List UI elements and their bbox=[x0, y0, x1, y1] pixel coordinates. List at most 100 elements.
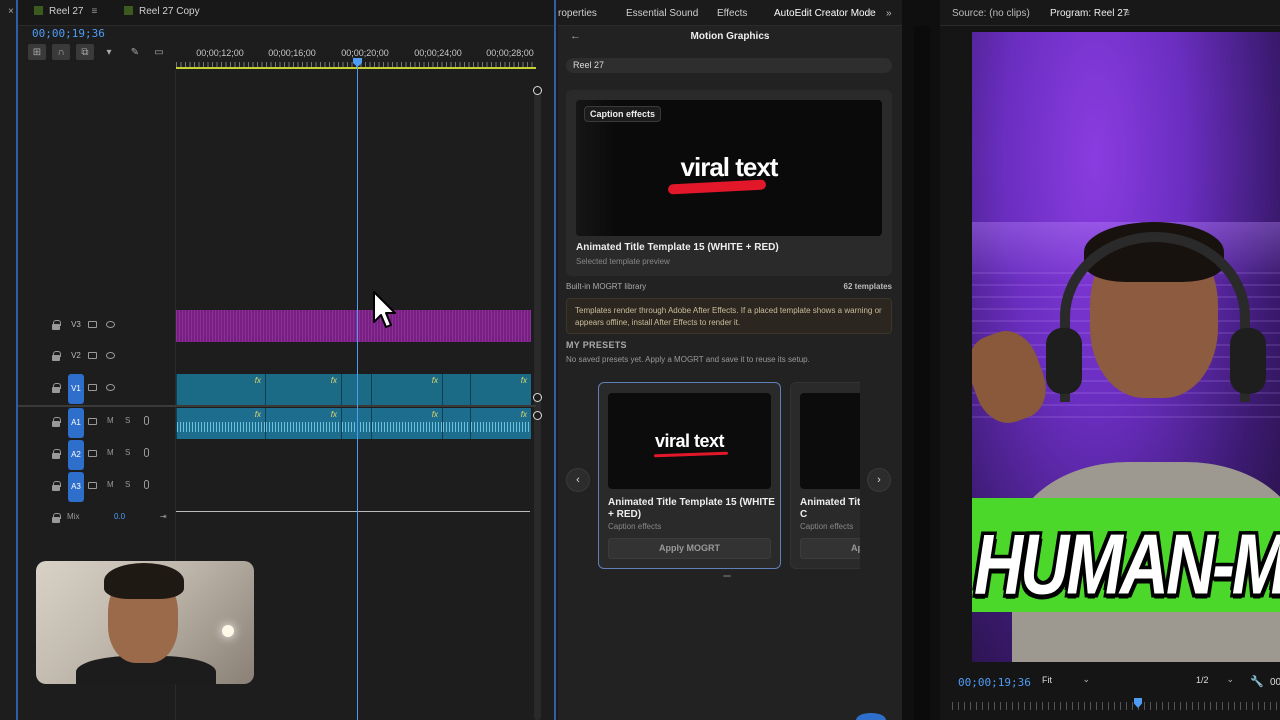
fx-badge: fx bbox=[330, 410, 337, 419]
carousel-prev-button[interactable]: ‹ bbox=[566, 468, 590, 492]
tab-program[interactable]: Program: Reel 27 bbox=[1050, 8, 1128, 19]
sync-lock-icon[interactable] bbox=[88, 482, 97, 489]
lock-icon[interactable] bbox=[52, 513, 61, 523]
lock-icon[interactable] bbox=[52, 481, 61, 491]
eye-icon[interactable] bbox=[106, 321, 115, 328]
mix-value[interactable]: 0.0 bbox=[114, 512, 125, 521]
lock-icon[interactable] bbox=[52, 383, 61, 393]
clip-v1[interactable] bbox=[442, 374, 470, 405]
marker-icon[interactable]: ▾ bbox=[100, 44, 118, 60]
track-name[interactable]: A3 bbox=[68, 472, 84, 502]
resolution-dropdown[interactable]: 1/2 ⌄ bbox=[1190, 673, 1238, 690]
clip-a1[interactable]: fx bbox=[371, 408, 442, 439]
tab-reel-27[interactable]: Reel 27 ≡ bbox=[34, 6, 97, 17]
monitor-scrub-bar[interactable] bbox=[952, 702, 1280, 710]
program-timecode[interactable]: 00;00;19;36 bbox=[958, 676, 1031, 689]
wrench-icon[interactable]: ✎ bbox=[126, 44, 144, 60]
tab-menu-icon[interactable]: ≡ bbox=[1124, 8, 1130, 19]
wrench-icon[interactable]: 🔧 bbox=[1250, 675, 1264, 688]
mute-button[interactable]: M bbox=[107, 448, 114, 457]
lock-icon[interactable] bbox=[52, 320, 61, 330]
preview-template-name: Animated Title Template 15 (WHITE + RED) bbox=[576, 242, 779, 253]
mogrt-card[interactable]: viral text Animated Title Template 15 (W… bbox=[598, 382, 781, 569]
scroll-handle-mid[interactable] bbox=[533, 393, 542, 402]
mouse-cursor-icon bbox=[373, 291, 396, 328]
fx-badge: fx bbox=[520, 376, 527, 385]
track-name[interactable]: V3 bbox=[68, 319, 84, 331]
mogrt-card[interactable]: Animated Title Template (Vertical) - C C… bbox=[790, 382, 860, 569]
fx-badge: fx bbox=[431, 410, 438, 419]
clip-a1[interactable] bbox=[341, 408, 371, 439]
resolution-value: 1/2 bbox=[1196, 675, 1209, 685]
carousel-next-button[interactable]: › bbox=[867, 468, 891, 492]
sync-lock-icon[interactable] bbox=[88, 418, 97, 425]
apply-mogrt-button[interactable]: Apply MOGRT bbox=[800, 538, 860, 559]
tab-properties[interactable]: roperties bbox=[558, 8, 597, 19]
tab-menu-icon[interactable]: ≡ bbox=[867, 8, 873, 19]
apply-mogrt-button[interactable]: Apply MOGRT bbox=[608, 538, 771, 559]
mute-button[interactable]: M bbox=[107, 416, 114, 425]
snap-magnet-icon[interactable]: ∩ bbox=[52, 44, 70, 60]
sync-lock-icon[interactable] bbox=[88, 450, 97, 457]
program-video-frame[interactable]: HUMAN-M bbox=[972, 32, 1280, 662]
clip-v1[interactable]: fx bbox=[470, 374, 531, 405]
sequence-selector[interactable]: Reel 27 bbox=[566, 58, 892, 73]
solo-button[interactable]: S bbox=[125, 480, 130, 489]
lock-icon[interactable] bbox=[52, 449, 61, 459]
track-name[interactable]: A1 bbox=[68, 408, 84, 438]
clip-a1[interactable]: fx bbox=[470, 408, 531, 439]
track-name[interactable]: V2 bbox=[68, 350, 84, 362]
clip-v1[interactable]: fx bbox=[371, 374, 442, 405]
carousel-indicator[interactable] bbox=[723, 575, 731, 577]
clip-a1[interactable]: fx bbox=[265, 408, 341, 439]
timeline-panel: × Reel 27 ≡ Reel 27 Copy 00;00;19;36 ⊞ ∩ … bbox=[0, 0, 556, 720]
tab-source[interactable]: Source: (no clips) bbox=[952, 8, 1030, 19]
tab-autoedit-creator-mode[interactable]: AutoEdit Creator Mode bbox=[774, 8, 876, 19]
clip-v3-caption[interactable] bbox=[176, 310, 531, 342]
floating-action-button[interactable] bbox=[856, 713, 886, 720]
mix-level-line[interactable] bbox=[176, 511, 530, 512]
sync-lock-icon[interactable] bbox=[88, 321, 97, 328]
track-name[interactable]: A2 bbox=[68, 440, 84, 470]
solo-button[interactable]: S bbox=[125, 416, 130, 425]
solo-button[interactable]: S bbox=[125, 448, 130, 457]
mic-icon[interactable] bbox=[144, 480, 149, 489]
fx-badge: fx bbox=[330, 376, 337, 385]
lock-icon[interactable] bbox=[52, 417, 61, 427]
eye-icon[interactable] bbox=[106, 384, 115, 391]
clip-v1[interactable]: fx bbox=[265, 374, 341, 405]
tab-essential-sound[interactable]: Essential Sound bbox=[626, 8, 698, 19]
lock-icon[interactable] bbox=[52, 351, 61, 361]
pan-end-icon[interactable]: ⇥ bbox=[160, 512, 167, 521]
nest-toggle-icon[interactable]: ⊞ bbox=[28, 44, 46, 60]
mic-icon[interactable] bbox=[144, 416, 149, 425]
close-tab-icon[interactable]: × bbox=[8, 6, 14, 17]
work-area-bar[interactable] bbox=[176, 67, 536, 69]
video-caption-text: HUMAN-M bbox=[974, 517, 1280, 613]
fit-dropdown[interactable]: Fit ⌄ bbox=[1036, 673, 1094, 690]
linked-selection-icon[interactable]: ⧉ bbox=[76, 44, 94, 60]
tab-effects[interactable]: Effects bbox=[717, 8, 747, 19]
captions-icon[interactable]: ▭ bbox=[150, 44, 168, 60]
video-audio-separator[interactable] bbox=[18, 405, 536, 407]
mute-button[interactable]: M bbox=[107, 480, 114, 489]
scroll-handle-audio[interactable] bbox=[533, 411, 542, 420]
tabs-overflow-icon[interactable]: » bbox=[886, 8, 892, 19]
clip-a1[interactable]: fx bbox=[176, 408, 265, 439]
clip-a1[interactable] bbox=[442, 408, 470, 439]
sync-lock-icon[interactable] bbox=[88, 384, 97, 391]
timeline-timecode[interactable]: 00;00;19;36 bbox=[32, 27, 105, 40]
tab-reel-27-copy[interactable]: Reel 27 Copy bbox=[124, 6, 200, 17]
track-name[interactable]: V1 bbox=[68, 374, 84, 404]
scroll-handle-top[interactable] bbox=[533, 86, 542, 95]
eye-icon[interactable] bbox=[106, 352, 115, 359]
library-count: 62 templates bbox=[843, 282, 892, 291]
playhead-line[interactable] bbox=[357, 66, 358, 720]
tab-menu-icon[interactable]: ≡ bbox=[91, 6, 97, 17]
after-effects-warning: Templates render through Adobe After Eff… bbox=[566, 298, 892, 334]
clip-v1[interactable]: fx bbox=[176, 374, 265, 405]
mic-icon[interactable] bbox=[144, 448, 149, 457]
clip-v1[interactable] bbox=[341, 374, 371, 405]
sync-lock-icon[interactable] bbox=[88, 352, 97, 359]
mogrt-thumbnail: viral text bbox=[608, 393, 771, 489]
